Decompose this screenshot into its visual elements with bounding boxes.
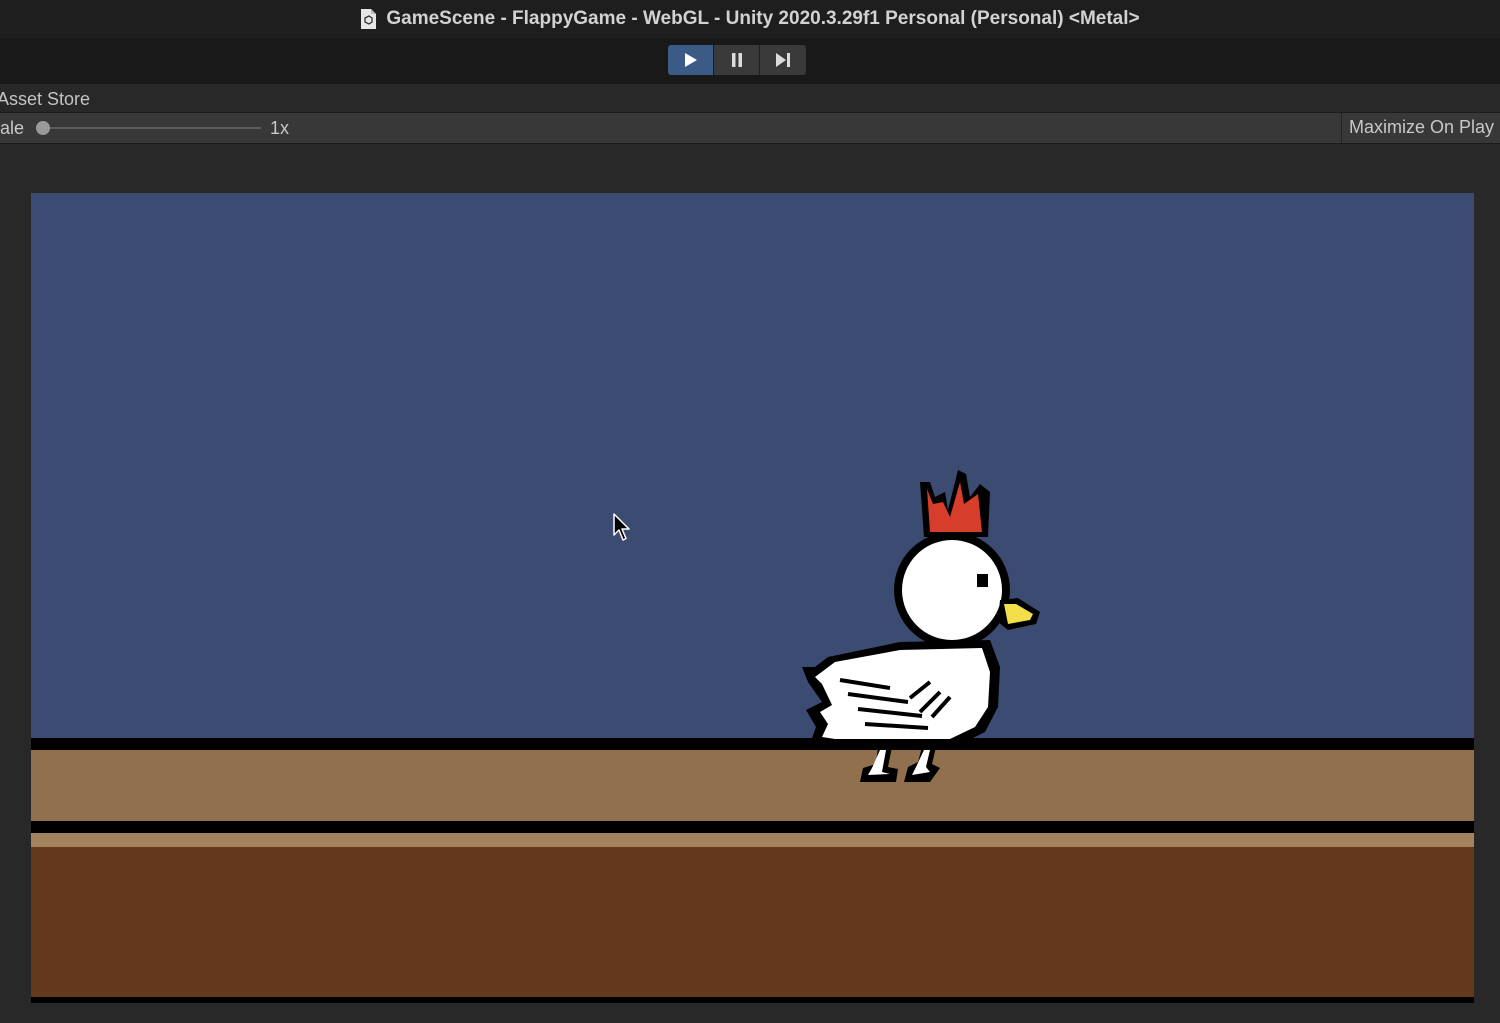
window-title-bar: GameScene - FlappyGame - WebGL - Unity 2… bbox=[0, 0, 1500, 38]
ground-light-strip bbox=[31, 833, 1474, 847]
game-viewport[interactable] bbox=[31, 193, 1474, 1003]
ground-top-layer bbox=[31, 750, 1474, 821]
maximize-on-play-button[interactable]: Maximize On Play bbox=[1341, 113, 1500, 143]
game-view-toolbar: ale 1x Maximize On Play bbox=[0, 113, 1500, 144]
scale-slider-thumb[interactable] bbox=[36, 121, 50, 135]
scale-label: ale bbox=[0, 118, 25, 138]
window-title: GameScene - FlappyGame - WebGL - Unity 2… bbox=[386, 8, 1140, 29]
play-toolbar bbox=[0, 38, 1500, 84]
play-icon bbox=[684, 53, 697, 67]
ground-outline-middle bbox=[31, 821, 1474, 833]
chicken-player-sprite bbox=[802, 470, 1040, 782]
scale-value: 1x bbox=[270, 118, 290, 138]
pause-icon bbox=[731, 53, 742, 67]
pause-button[interactable] bbox=[714, 45, 760, 75]
scale-slider-track[interactable] bbox=[36, 127, 261, 129]
tab-bar: Asset Store bbox=[0, 84, 1500, 113]
tab-asset-store[interactable]: Asset Store bbox=[0, 89, 90, 110]
unity-document-icon bbox=[361, 9, 377, 29]
mouse-cursor-icon bbox=[613, 513, 630, 541]
play-controls bbox=[668, 45, 806, 75]
ground-bottom-layer bbox=[31, 847, 1474, 997]
ground-outline-bottom bbox=[31, 997, 1474, 1003]
step-icon bbox=[776, 53, 790, 67]
ground-outline-top bbox=[31, 738, 1474, 750]
step-button[interactable] bbox=[760, 45, 806, 75]
play-button[interactable] bbox=[668, 45, 714, 75]
